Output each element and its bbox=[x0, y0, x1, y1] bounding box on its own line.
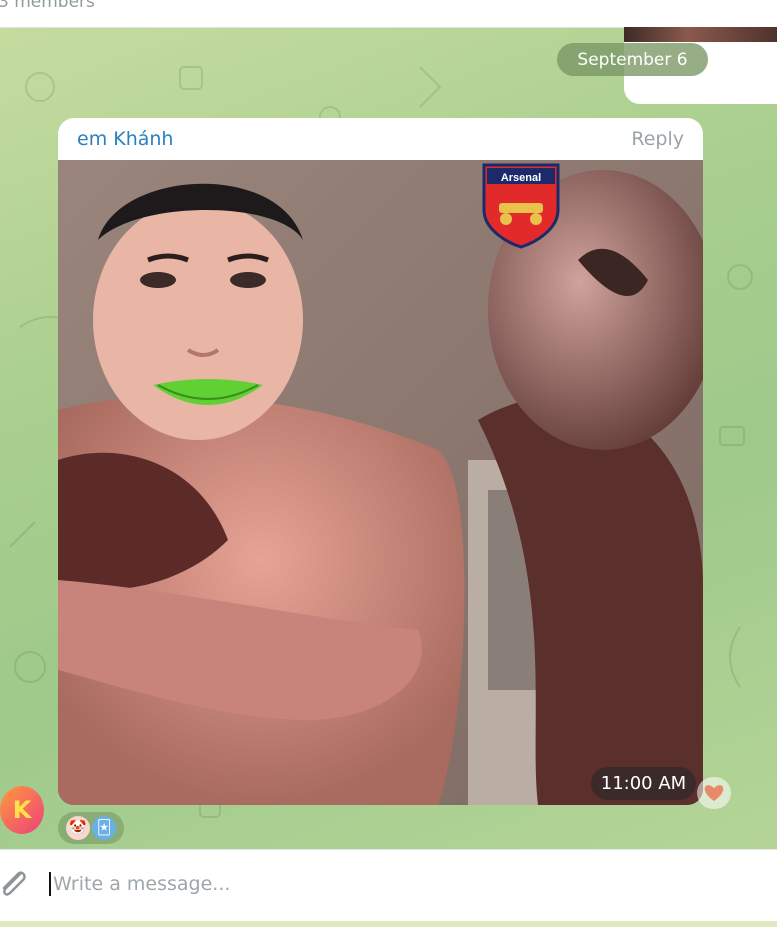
message-photo[interactable]: Arsenal bbox=[58, 160, 703, 805]
photo-image: Arsenal bbox=[58, 160, 703, 805]
crest-label: Arsenal bbox=[501, 172, 541, 184]
clown-face-emoji-icon: 🤡 bbox=[66, 816, 90, 840]
text-caret bbox=[49, 872, 51, 896]
message-reactions[interactable]: 🤡 🃏 bbox=[58, 812, 124, 844]
chat-header: 3 members bbox=[0, 0, 777, 28]
jester-emoji-icon: 🃏 bbox=[92, 816, 116, 840]
reply-button[interactable]: Reply bbox=[631, 128, 684, 150]
sender-avatar[interactable]: K bbox=[0, 786, 44, 834]
previous-media-thumbnail[interactable] bbox=[624, 27, 777, 42]
reaction-heart-button[interactable] bbox=[697, 777, 731, 809]
message-composer bbox=[0, 849, 777, 922]
members-count: 3 members bbox=[0, 0, 95, 12]
message-time: 11:00 AM bbox=[591, 767, 696, 800]
paperclip-icon[interactable] bbox=[0, 866, 30, 902]
sender-name[interactable]: em Khánh bbox=[77, 128, 173, 150]
bottom-strip bbox=[0, 921, 777, 927]
message-bubble[interactable]: em Khánh Reply Arsenal bbox=[58, 118, 703, 805]
avatar-letter: K bbox=[12, 796, 32, 824]
heart-icon bbox=[704, 785, 724, 801]
message-input[interactable] bbox=[53, 868, 653, 900]
date-separator: September 6 bbox=[557, 43, 708, 76]
